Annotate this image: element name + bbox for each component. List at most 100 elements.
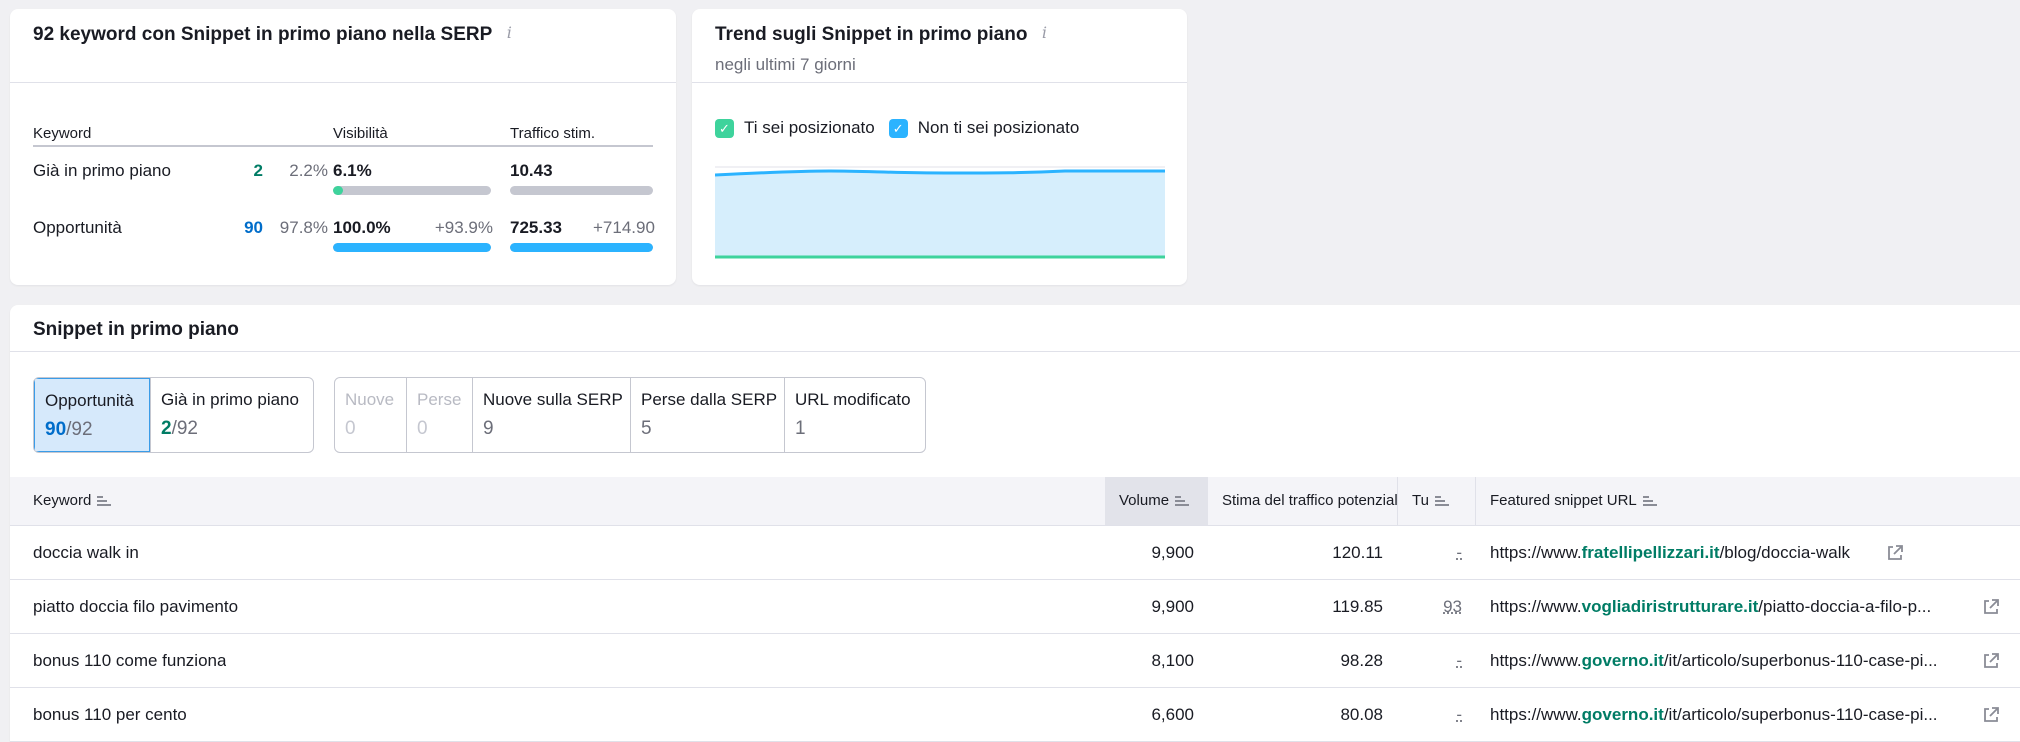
table-row: doccia walk in 9,900 120.11 - https://ww… (10, 526, 2020, 580)
tab-new[interactable]: Nuove 0 (335, 378, 406, 452)
sort-icon[interactable] (1643, 496, 1657, 506)
column-visibility: Visibilità (333, 125, 388, 142)
row-percent: 2.2% (268, 161, 328, 181)
trend-header: Trend sugli Snippet in primo piano i neg… (692, 9, 1187, 83)
traffic-cell: 80.08 (1250, 688, 1383, 742)
trend-legend: ✓ Ti sei posizionato ✓ Non ti sei posizi… (715, 118, 1079, 138)
keyword-cell[interactable]: bonus 110 come funziona (33, 634, 226, 688)
info-icon[interactable]: i (507, 23, 512, 42)
primary-filter-group: Opportunità 90/92 Già in primo piano 2/9… (33, 377, 314, 453)
external-link-icon[interactable] (1982, 652, 2000, 670)
sort-icon[interactable] (97, 496, 111, 506)
legend-ranked[interactable]: ✓ Ti sei posizionato (715, 118, 875, 138)
row-count[interactable]: 2 (223, 161, 263, 181)
keyword-cell[interactable]: doccia walk in (33, 526, 139, 580)
tab-label: Perse dalla SERP (641, 390, 774, 410)
position-value[interactable]: - (1456, 543, 1462, 562)
position-cell[interactable]: - (1398, 526, 1462, 580)
column-volume[interactable]: Volume (1105, 477, 1208, 525)
checkbox-check-icon[interactable]: ✓ (889, 119, 908, 138)
traffic-cell: 120.11 (1250, 526, 1383, 580)
tab-opportunities[interactable]: Opportunità 90/92 (34, 378, 150, 452)
summary-table: Keyword Visibilità Traffico stim. Già in… (33, 117, 653, 261)
secondary-filter-group: Nuove 0 Perse 0 Nuove sulla SERP 9 Perse… (334, 377, 926, 453)
traffic-cell: 119.85 (1250, 580, 1383, 634)
row-traffic-delta: +714.90 (593, 218, 653, 238)
tab-already-featured[interactable]: Già in primo piano 2/92 (150, 378, 313, 452)
position-value[interactable]: - (1456, 651, 1462, 670)
tab-url-changed[interactable]: URL modificato 1 (784, 378, 925, 452)
tab-label: Opportunità (45, 391, 139, 411)
tab-value-strong: 90 (45, 419, 66, 440)
snippets-title: Snippet in primo piano (33, 319, 239, 341)
tab-label: URL modificato (795, 390, 915, 410)
tab-label: Perse (417, 390, 462, 410)
url-domain: governo.it (1582, 705, 1664, 724)
tab-lost-from-serp[interactable]: Perse dalla SERP 5 (630, 378, 784, 452)
column-label: Featured snippet URL (1490, 492, 1637, 509)
column-potential-traffic[interactable]: Stima del traffico potenziale (1208, 477, 1398, 525)
summary-row-opportunity: Opportunità 90 97.8% 100.0% +93.9% 725.3… (33, 204, 653, 261)
column-traffic: Traffico stim. (510, 125, 595, 142)
position-value[interactable]: 93 (1443, 597, 1462, 616)
url-path: /it/articolo/superbonus-110-case-pi... (1664, 651, 1938, 670)
tab-new-on-serp[interactable]: Nuove sulla SERP 9 (472, 378, 630, 452)
volume-cell: 8,100 (1110, 634, 1194, 688)
url-prefix: https://www. (1490, 597, 1582, 616)
position-cell[interactable]: 93 (1398, 580, 1462, 634)
external-link-icon[interactable] (1886, 544, 1904, 562)
position-cell[interactable]: - (1398, 688, 1462, 742)
position-value[interactable]: - (1456, 705, 1462, 724)
checkbox-check-icon[interactable]: ✓ (715, 119, 734, 138)
tab-value: 1 (795, 418, 915, 440)
row-count[interactable]: 90 (223, 218, 263, 238)
tab-value-total: /92 (66, 419, 92, 440)
snippets-header: Snippet in primo piano (10, 305, 2020, 352)
url-domain: vogliadiristrutturare.it (1582, 597, 1759, 616)
row-traffic: 725.33 (510, 218, 562, 238)
column-you[interactable]: Tu (1398, 477, 1476, 525)
external-link-icon[interactable] (1982, 598, 2000, 616)
row-label: Opportunità (33, 218, 122, 238)
tab-label: Nuove (345, 390, 396, 410)
bar-fill (333, 243, 491, 252)
url-prefix: https://www. (1490, 543, 1582, 562)
url-path: /it/articolo/superbonus-110-case-pi... (1664, 705, 1938, 724)
tab-label: Già in primo piano (161, 390, 303, 410)
sort-icon[interactable] (1435, 496, 1449, 506)
table-header: Keyword Volume Stima del traffico potenz… (10, 477, 2020, 526)
traffic-bar (510, 243, 653, 252)
tab-label: Nuove sulla SERP (483, 390, 620, 410)
external-link-icon[interactable] (1982, 706, 2000, 724)
url-cell[interactable]: https://www.governo.it/it/articolo/super… (1490, 634, 1970, 688)
url-cell[interactable]: https://www.vogliadiristrutturare.it/pia… (1490, 580, 1970, 634)
bar-fill (510, 243, 653, 252)
url-cell[interactable]: https://www.governo.it/it/articolo/super… (1490, 688, 1970, 742)
position-cell[interactable]: - (1398, 634, 1462, 688)
info-icon[interactable]: i (1042, 23, 1047, 42)
trend-title: Trend sugli Snippet in primo piano (715, 24, 1027, 46)
keyword-cell[interactable]: bonus 110 per cento (33, 688, 187, 742)
legend-not-ranked[interactable]: ✓ Non ti sei posizionato (889, 118, 1080, 138)
column-label: Volume (1119, 492, 1169, 509)
snippets-table: Keyword Volume Stima del traffico potenz… (10, 477, 2020, 742)
column-keyword[interactable]: Keyword (33, 477, 111, 525)
table-row: bonus 110 come funziona 8,100 98.28 - ht… (10, 634, 2020, 688)
traffic-bar (510, 186, 653, 195)
row-percent: 97.8% (268, 218, 328, 238)
sort-icon[interactable] (1175, 496, 1189, 506)
tab-value: 5 (641, 418, 774, 440)
column-featured-url[interactable]: Featured snippet URL (1490, 477, 1657, 525)
url-domain: governo.it (1582, 651, 1664, 670)
table-row: bonus 110 per cento 6,600 80.08 - https:… (10, 688, 2020, 742)
legend-label: Non ti sei posizionato (918, 118, 1080, 138)
tab-lost[interactable]: Perse 0 (406, 378, 472, 452)
summary-table-header: Keyword Visibilità Traffico stim. (33, 117, 653, 147)
legend-label: Ti sei posizionato (744, 118, 875, 138)
column-label: Tu (1412, 492, 1429, 509)
column-keyword: Keyword (33, 125, 91, 142)
row-label: Già in primo piano (33, 161, 171, 181)
keyword-cell[interactable]: piatto doccia filo pavimento (33, 580, 238, 634)
snippets-card: Snippet in primo piano Opportunità 90/92… (10, 305, 2020, 742)
traffic-cell: 98.28 (1250, 634, 1383, 688)
